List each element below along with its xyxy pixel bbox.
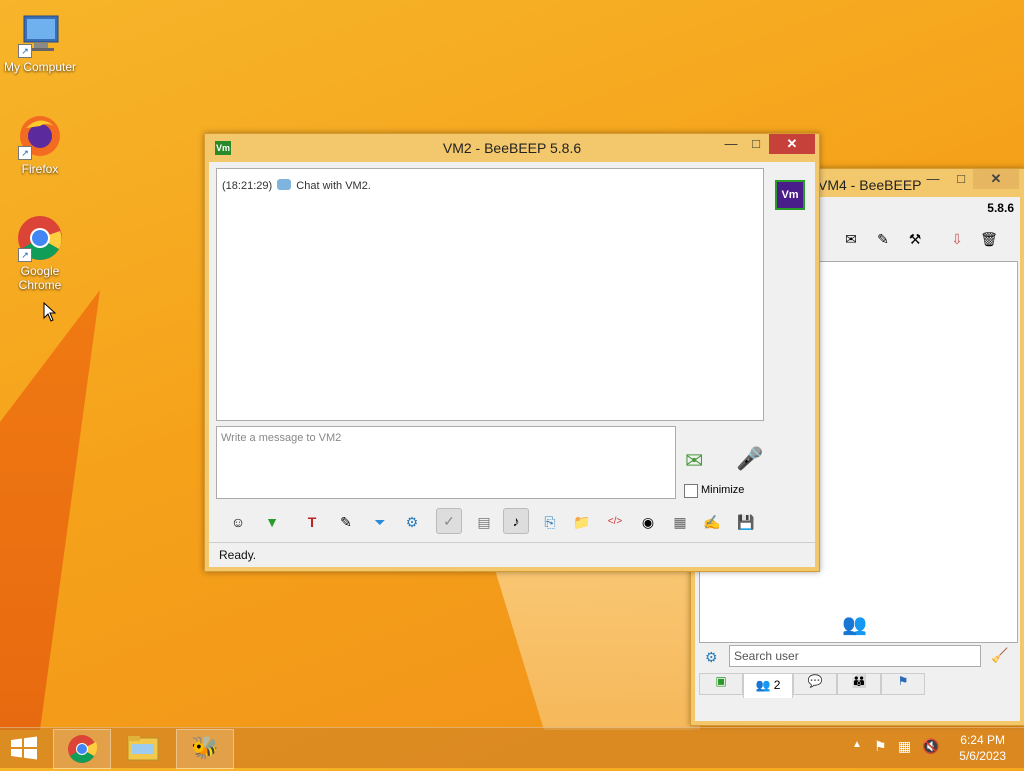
settings-icon[interactable]: ⚙ <box>705 649 718 666</box>
computer-icon: ↗ <box>16 10 64 58</box>
window-title: VM4 - BeeBEEP <box>818 177 922 193</box>
window-client: (18:21:29) Chat with VM2. Vm Write a mes… <box>209 162 815 567</box>
settings-icon[interactable]: ⚙ <box>400 510 424 534</box>
wallpaper-shape <box>492 560 700 730</box>
desktop-icon-label: My Computer <box>3 60 77 74</box>
tab-bar: ▣ 👥 2 💬 👪 ⚑ <box>699 673 925 698</box>
user-avatar[interactable]: Vm <box>775 180 805 210</box>
notes-icon[interactable]: ✍ <box>700 510 724 534</box>
maximize-button[interactable]: □ <box>742 134 770 154</box>
chrome-icon <box>68 735 98 763</box>
clock[interactable]: 6:24 PM 5/6/2023 <box>959 732 1006 764</box>
code-icon[interactable]: </> <box>603 510 627 534</box>
titlebar[interactable]: Vm VM2 - BeeBEEP 5.8.6 — □ ✕ <box>205 134 819 162</box>
mouse-cursor-icon <box>43 302 57 322</box>
close-button[interactable]: ✕ <box>769 134 815 154</box>
network-icon[interactable]: ▦ <box>898 738 911 755</box>
close-button[interactable]: ✕ <box>973 169 1019 189</box>
bee-icon: 🐝 <box>191 735 219 760</box>
color-palette-icon[interactable]: ✎ <box>334 510 358 534</box>
wallpaper-shape <box>0 290 100 730</box>
clock-date: 5/6/2023 <box>959 749 1006 763</box>
minimize-button[interactable]: — <box>919 169 947 189</box>
expand-icon[interactable]: ▼ <box>260 510 284 534</box>
chat-toolbar: ☺ ▼ T ✎ ⏷ ⚙ ✓ ▤ ♪ ⎘ 📁 </> ◉ ▦ ✍ 💾 <box>216 506 808 540</box>
chat-timestamp: (18:21:29) <box>222 180 273 192</box>
tab-networks[interactable]: 👪 <box>837 673 881 695</box>
divider <box>209 542 815 543</box>
minimize-button[interactable]: — <box>717 134 745 154</box>
trash-icon[interactable]: 🗑 <box>977 227 1001 251</box>
desktop-icon-my-computer[interactable]: ↗ My Computer <box>0 10 80 74</box>
message-input[interactable]: Write a message to VM2 <box>216 426 676 499</box>
shortcut-arrow-icon: ↗ <box>18 248 32 262</box>
desktop-icon-label: Firefox <box>21 162 59 176</box>
tab-groups[interactable]: ▣ <box>699 673 743 695</box>
tools-icon[interactable]: ⚒ <box>903 227 927 251</box>
minimize-label: Minimize <box>701 484 745 496</box>
taskbar-file-explorer[interactable] <box>118 730 168 766</box>
search-user-input[interactable]: Search user <box>729 645 981 667</box>
minimize-checkbox[interactable] <box>684 484 698 498</box>
send-folder-icon[interactable]: 📁 <box>570 510 594 534</box>
filter-icon[interactable]: ⏷ <box>368 510 392 534</box>
speech-bubble-icon <box>277 179 292 190</box>
folder-icon <box>127 736 159 761</box>
emoticon-icon[interactable]: ☺ <box>226 510 250 534</box>
sound-icon[interactable]: ♪ <box>503 508 529 534</box>
desktop-icon-chrome[interactable]: ↗ Google Chrome <box>0 214 80 292</box>
taskbar-beebeep[interactable]: 🐝 <box>176 729 234 769</box>
screenshot-icon[interactable]: ◉ <box>636 510 660 534</box>
maximize-button[interactable]: □ <box>947 169 975 189</box>
chat-text: Chat with VM2. <box>296 180 371 192</box>
taskbar: 🐝 ▲ ⚑ ▦ 🔇 6:24 PM 5/6/2023 <box>0 727 1024 769</box>
tab-files[interactable]: ⚑ <box>881 673 925 695</box>
keyboard-icon[interactable]: ▤ <box>472 510 496 534</box>
desktop-icon-firefox[interactable]: ↗ Firefox <box>0 112 80 176</box>
font-icon[interactable]: T <box>300 510 324 534</box>
send-file-icon[interactable]: ⎘ <box>538 510 562 534</box>
firefox-icon: ↗ <box>16 112 64 160</box>
tab-chats[interactable]: 💬 <box>793 673 837 695</box>
tray-expand-icon[interactable]: ▲ <box>852 739 862 750</box>
save-icon[interactable]: 💾 <box>734 510 758 534</box>
mail-icon[interactable]: ✉ <box>839 227 863 251</box>
taskbar-chrome[interactable] <box>53 729 111 769</box>
chat-history[interactable]: (18:21:29) Chat with VM2. <box>216 168 764 421</box>
action-center-flag-icon[interactable]: ⚑ <box>874 738 887 755</box>
chat-message: (18:21:29) Chat with VM2. <box>222 179 371 192</box>
volume-muted-icon[interactable]: 🔇 <box>922 738 939 755</box>
clear-search-icon[interactable]: 🧹 <box>991 647 1008 664</box>
edit-icon[interactable]: ✎ <box>871 227 895 251</box>
tab-users-count: 2 <box>773 678 781 692</box>
microphone-icon[interactable]: 🎤 <box>736 446 763 472</box>
tab-users[interactable]: 👥 2 <box>743 673 793 698</box>
windows-start-icon[interactable] <box>10 736 38 760</box>
spellcheck-icon[interactable]: ✓ <box>436 508 462 534</box>
users-icon: 👥 <box>842 614 867 636</box>
shortcut-arrow-icon: ↗ <box>18 146 32 160</box>
send-message-icon[interactable]: ✉ <box>685 448 703 474</box>
desktop-icon-label: Google Chrome <box>18 264 62 292</box>
version-label: 5.8.6 <box>987 201 1014 215</box>
shortcut-arrow-icon: ↗ <box>18 44 32 58</box>
beebeep-vm2-window[interactable]: Vm VM2 - BeeBEEP 5.8.6 — □ ✕ (18:21:29) … <box>204 133 820 572</box>
clock-time: 6:24 PM <box>960 733 1005 747</box>
download-icon[interactable]: ⇩ <box>945 227 969 251</box>
status-bar: Ready. <box>219 548 257 562</box>
history-icon[interactable]: ▦ <box>668 510 692 534</box>
chrome-icon: ↗ <box>16 214 64 262</box>
